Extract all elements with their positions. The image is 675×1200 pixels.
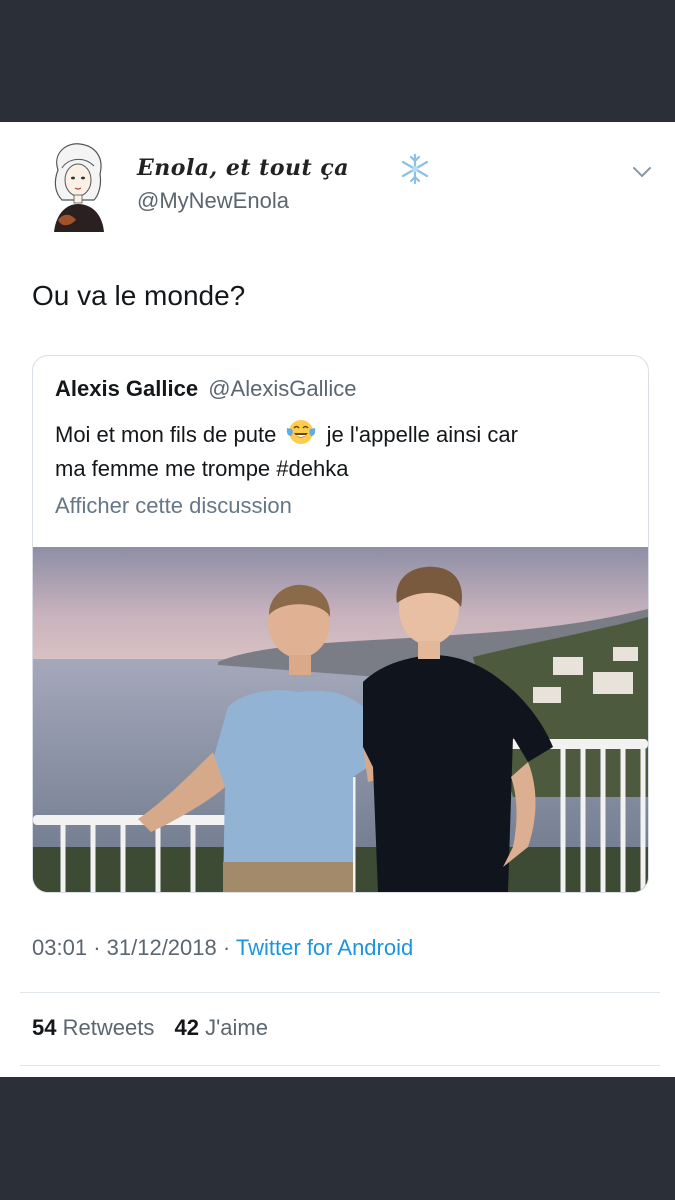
tweet-timestamp-line: 03:01 · 31/12/2018 · Twitter for Android <box>32 935 413 961</box>
author-avatar[interactable] <box>44 140 110 232</box>
quoted-author-handle: @AlexisGallice <box>208 376 357 401</box>
divider <box>20 992 660 993</box>
tweet-source-link[interactable]: Twitter for Android <box>236 935 413 960</box>
chevron-down-icon[interactable] <box>630 162 654 182</box>
retweets-count: 54 <box>32 1015 57 1040</box>
quoted-tweet-header: Alexis Gallice @AlexisGallice <box>55 376 356 402</box>
quoted-tweet-text: Moi et mon fils de pute je l'appelle ain… <box>55 418 518 486</box>
quoted-text-line-1: Moi et mon fils de pute je l'appelle ain… <box>55 418 518 452</box>
quoted-text-line-2: ma femme me trompe #dehka <box>55 456 349 481</box>
meta-separator: · <box>222 935 231 960</box>
cartoon-girl-avatar-icon <box>54 143 104 232</box>
photo-two-men-on-balcony <box>33 547 648 892</box>
tears-of-joy-emoji-icon <box>286 418 316 446</box>
tweet-time[interactable]: 03:01 <box>32 935 87 960</box>
retweets-stat[interactable]: 54 Retweets <box>32 1015 154 1040</box>
tweet-stats: 54 Retweets 42 J'aime <box>32 1015 268 1041</box>
snowflake-icon <box>398 152 432 186</box>
author-display-name[interactable]: Enola, et tout ça <box>137 155 349 181</box>
divider <box>20 1065 660 1066</box>
likes-label: J'aime <box>205 1015 268 1040</box>
likes-count: 42 <box>174 1015 199 1040</box>
quoted-text-after-emoji: je l'appelle ainsi car <box>326 422 518 447</box>
retweets-label: Retweets <box>62 1015 155 1040</box>
meta-separator: · <box>93 935 101 960</box>
quoted-text-before-emoji: Moi et mon fils de pute <box>55 422 277 447</box>
quoted-author-name: Alexis Gallice <box>55 376 199 401</box>
quoted-tweet-photo[interactable] <box>33 547 648 892</box>
tweet-text: Ou va le monde? <box>32 280 246 311</box>
show-thread-link[interactable]: Afficher cette discussion <box>55 493 292 519</box>
quoted-tweet[interactable]: Alexis Gallice @AlexisGallice Moi et mon… <box>32 355 649 893</box>
likes-stat[interactable]: 42 J'aime <box>174 1015 268 1040</box>
tweet-date[interactable]: 31/12/2018 <box>107 935 217 960</box>
author-handle[interactable]: @MyNewEnola <box>137 188 289 214</box>
